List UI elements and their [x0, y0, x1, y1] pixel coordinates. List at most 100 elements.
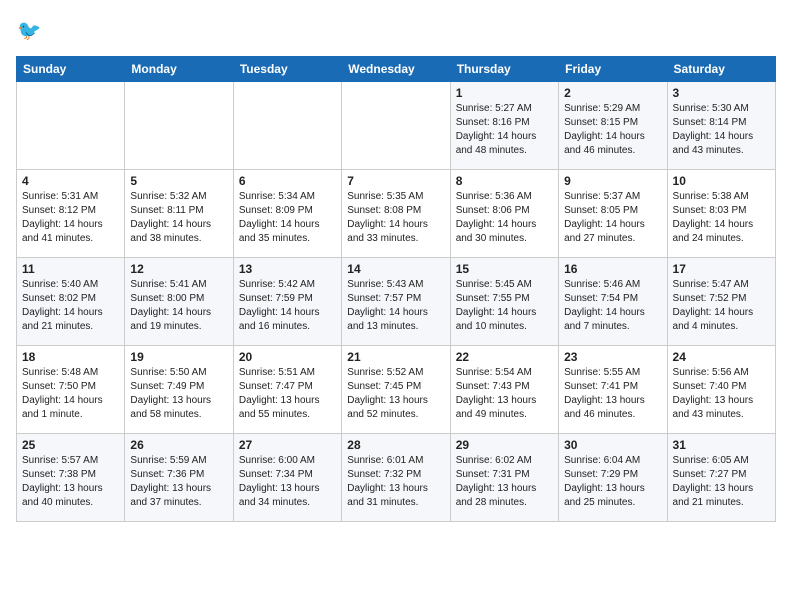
- day-header-sunday: Sunday: [17, 57, 125, 82]
- day-info: Sunrise: 5:35 AM Sunset: 8:08 PM Dayligh…: [347, 190, 444, 246]
- day-number: 24: [673, 350, 770, 364]
- day-info: Sunrise: 5:48 AM Sunset: 7:50 PM Dayligh…: [22, 366, 119, 422]
- day-info: Sunrise: 5:34 AM Sunset: 8:09 PM Dayligh…: [239, 190, 336, 246]
- calendar-cell: 22Sunrise: 5:54 AM Sunset: 7:43 PM Dayli…: [450, 346, 558, 434]
- day-number: 14: [347, 262, 444, 276]
- week-row-4: 18Sunrise: 5:48 AM Sunset: 7:50 PM Dayli…: [17, 346, 776, 434]
- calendar-cell: 10 Sunrise: 5:38 AM Sunset: 8:03 PM Dayli…: [667, 170, 775, 258]
- calendar-cell: 18Sunrise: 5:48 AM Sunset: 7:50 PM Dayli…: [17, 346, 125, 434]
- calendar-cell: 31Sunrise: 6:05 AM Sunset: 7:27 PM Dayli…: [667, 434, 775, 522]
- day-number: 28: [347, 438, 444, 452]
- day-info: Sunrise: 5:36 AM Sunset: 8:06 PM Dayligh…: [456, 190, 553, 246]
- day-number: 21: [347, 350, 444, 364]
- day-info: Sunrise: 6:02 AM Sunset: 7:31 PM Dayligh…: [456, 454, 553, 510]
- calendar-cell: 19 Sunrise: 5:50 AM Sunset: 7:49 PM Dayli…: [125, 346, 233, 434]
- day-number: 9: [564, 174, 661, 188]
- calendar-cell: 1 Sunrise: 5:27 AM Sunset: 8:16 PM Daylig…: [450, 82, 558, 170]
- day-header-thursday: Thursday: [450, 57, 558, 82]
- calendar-cell: 16 Sunrise: 5:46 AM Sunset: 7:54 PM Dayli…: [559, 258, 667, 346]
- day-info: Sunrise: 5:38 AM Sunset: 8:03 PM Dayligh…: [673, 190, 770, 246]
- calendar-cell: 8 Sunrise: 5:36 AM Sunset: 8:06 PM Daylig…: [450, 170, 558, 258]
- day-info: Sunrise: 5:32 AM Sunset: 8:11 PM Dayligh…: [130, 190, 227, 246]
- calendar-cell: 13 Sunrise: 5:42 AM Sunset: 7:59 PM Dayli…: [233, 258, 341, 346]
- day-info: Sunrise: 5:43 AM Sunset: 7:57 PM Dayligh…: [347, 278, 444, 334]
- week-row-5: 25 Sunrise: 5:57 AM Sunset: 7:38 PM Dayli…: [17, 434, 776, 522]
- calendar-cell: 3 Sunrise: 5:30 AM Sunset: 8:14 PM Daylig…: [667, 82, 775, 170]
- day-number: 16: [564, 262, 661, 276]
- calendar-cell: 5 Sunrise: 5:32 AM Sunset: 8:11 PM Daylig…: [125, 170, 233, 258]
- day-info: Sunrise: 6:04 AM Sunset: 7:29 PM Dayligh…: [564, 454, 661, 510]
- day-info: Sunrise: 5:37 AM Sunset: 8:05 PM Dayligh…: [564, 190, 661, 246]
- day-info: Sunrise: 5:54 AM Sunset: 7:43 PM Dayligh…: [456, 366, 553, 422]
- week-row-1: 1 Sunrise: 5:27 AM Sunset: 8:16 PM Daylig…: [17, 82, 776, 170]
- calendar-cell: 25 Sunrise: 5:57 AM Sunset: 7:38 PM Dayli…: [17, 434, 125, 522]
- calendar-cell: 7Sunrise: 5:35 AM Sunset: 8:08 PM Daylig…: [342, 170, 450, 258]
- day-number: 27: [239, 438, 336, 452]
- day-info: Sunrise: 6:01 AM Sunset: 7:32 PM Dayligh…: [347, 454, 444, 510]
- day-header-monday: Monday: [125, 57, 233, 82]
- day-number: 3: [673, 86, 770, 100]
- day-info: Sunrise: 5:46 AM Sunset: 7:54 PM Dayligh…: [564, 278, 661, 334]
- day-info: Sunrise: 5:40 AM Sunset: 8:02 PM Dayligh…: [22, 278, 119, 334]
- day-info: Sunrise: 5:42 AM Sunset: 7:59 PM Dayligh…: [239, 278, 336, 334]
- calendar-cell: 23Sunrise: 5:55 AM Sunset: 7:41 PM Dayli…: [559, 346, 667, 434]
- day-number: 25: [22, 438, 119, 452]
- day-number: 20: [239, 350, 336, 364]
- day-number: 6: [239, 174, 336, 188]
- calendar-cell: 15 Sunrise: 5:45 AM Sunset: 7:55 PM Dayli…: [450, 258, 558, 346]
- calendar-cell: [17, 82, 125, 170]
- page-header: 🐦: [16, 16, 776, 44]
- day-number: 13: [239, 262, 336, 276]
- day-info: Sunrise: 5:47 AM Sunset: 7:52 PM Dayligh…: [673, 278, 770, 334]
- calendar-body: 1 Sunrise: 5:27 AM Sunset: 8:16 PM Daylig…: [17, 82, 776, 522]
- day-number: 1: [456, 86, 553, 100]
- calendar-cell: 17 Sunrise: 5:47 AM Sunset: 7:52 PM Dayli…: [667, 258, 775, 346]
- day-info: Sunrise: 6:05 AM Sunset: 7:27 PM Dayligh…: [673, 454, 770, 510]
- day-info: Sunrise: 5:30 AM Sunset: 8:14 PM Dayligh…: [673, 102, 770, 158]
- day-info: Sunrise: 5:52 AM Sunset: 7:45 PM Dayligh…: [347, 366, 444, 422]
- day-number: 19: [130, 350, 227, 364]
- day-number: 26: [130, 438, 227, 452]
- calendar-cell: [342, 82, 450, 170]
- day-info: Sunrise: 5:56 AM Sunset: 7:40 PM Dayligh…: [673, 366, 770, 422]
- calendar-table: SundayMondayTuesdayWednesdayThursdayFrid…: [16, 56, 776, 522]
- day-info: Sunrise: 5:27 AM Sunset: 8:16 PM Dayligh…: [456, 102, 553, 158]
- day-number: 29: [456, 438, 553, 452]
- day-info: Sunrise: 5:55 AM Sunset: 7:41 PM Dayligh…: [564, 366, 661, 422]
- calendar-cell: 20Sunrise: 5:51 AM Sunset: 7:47 PM Dayli…: [233, 346, 341, 434]
- day-number: 10: [673, 174, 770, 188]
- calendar-cell: 12Sunrise: 5:41 AM Sunset: 8:00 PM Dayli…: [125, 258, 233, 346]
- logo: 🐦: [16, 16, 48, 44]
- calendar-cell: 11 Sunrise: 5:40 AM Sunset: 8:02 PM Dayli…: [17, 258, 125, 346]
- week-row-2: 4 Sunrise: 5:31 AM Sunset: 8:12 PM Daylig…: [17, 170, 776, 258]
- calendar-cell: 6 Sunrise: 5:34 AM Sunset: 8:09 PM Daylig…: [233, 170, 341, 258]
- week-row-3: 11 Sunrise: 5:40 AM Sunset: 8:02 PM Dayli…: [17, 258, 776, 346]
- header-row: SundayMondayTuesdayWednesdayThursdayFrid…: [17, 57, 776, 82]
- day-number: 2: [564, 86, 661, 100]
- calendar-cell: 14 Sunrise: 5:43 AM Sunset: 7:57 PM Dayli…: [342, 258, 450, 346]
- calendar-cell: [125, 82, 233, 170]
- day-info: Sunrise: 5:50 AM Sunset: 7:49 PM Dayligh…: [130, 366, 227, 422]
- day-number: 5: [130, 174, 227, 188]
- day-header-friday: Friday: [559, 57, 667, 82]
- calendar-header: SundayMondayTuesdayWednesdayThursdayFrid…: [17, 57, 776, 82]
- day-info: Sunrise: 5:57 AM Sunset: 7:38 PM Dayligh…: [22, 454, 119, 510]
- calendar-cell: 29 Sunrise: 6:02 AM Sunset: 7:31 PM Dayli…: [450, 434, 558, 522]
- day-info: Sunrise: 5:59 AM Sunset: 7:36 PM Dayligh…: [130, 454, 227, 510]
- day-number: 8: [456, 174, 553, 188]
- logo-icon: 🐦: [16, 16, 44, 44]
- day-number: 12: [130, 262, 227, 276]
- day-number: 11: [22, 262, 119, 276]
- day-info: Sunrise: 6:00 AM Sunset: 7:34 PM Dayligh…: [239, 454, 336, 510]
- svg-text:🐦: 🐦: [17, 20, 41, 42]
- day-header-wednesday: Wednesday: [342, 57, 450, 82]
- calendar-cell: 27 Sunrise: 6:00 AM Sunset: 7:34 PM Dayli…: [233, 434, 341, 522]
- day-number: 30: [564, 438, 661, 452]
- calendar-cell: 9 Sunrise: 5:37 AM Sunset: 8:05 PM Daylig…: [559, 170, 667, 258]
- calendar-cell: 4 Sunrise: 5:31 AM Sunset: 8:12 PM Daylig…: [17, 170, 125, 258]
- day-number: 4: [22, 174, 119, 188]
- day-info: Sunrise: 5:31 AM Sunset: 8:12 PM Dayligh…: [22, 190, 119, 246]
- day-info: Sunrise: 5:45 AM Sunset: 7:55 PM Dayligh…: [456, 278, 553, 334]
- day-number: 17: [673, 262, 770, 276]
- day-number: 15: [456, 262, 553, 276]
